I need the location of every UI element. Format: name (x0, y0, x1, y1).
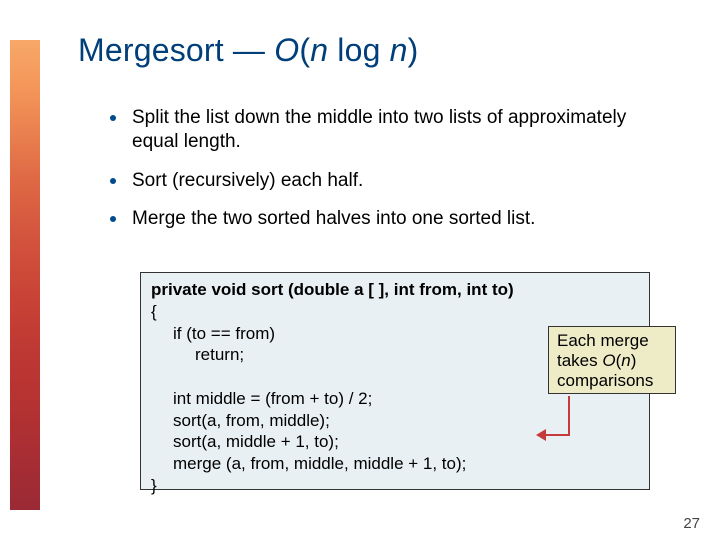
bullet-dot-icon (110, 216, 116, 222)
note-part-n: n (621, 351, 630, 370)
note-part: takes (557, 351, 602, 370)
note-line-2: takes O(n) (557, 351, 668, 371)
sidebar-gradient (10, 40, 40, 510)
code-line: } (151, 475, 639, 497)
title-part-O: O (274, 32, 299, 68)
list-item: Split the list down the middle into two … (110, 106, 670, 155)
page-number: 27 (683, 515, 700, 532)
note-part: ) (631, 351, 637, 370)
code-line: merge (a, from, middle, middle + 1, to); (173, 453, 639, 475)
slide-title: Mergesort — O(n log n) (78, 32, 419, 69)
bullet-dot-icon (110, 178, 116, 184)
title-part-log: log (328, 32, 389, 68)
title-part-n1: n (310, 32, 328, 68)
note-part-O: O (602, 351, 615, 370)
bullet-text: Sort (recursively) each half. (132, 169, 363, 193)
title-part-paren2: ) (408, 32, 419, 68)
bullet-text: Split the list down the middle into two … (132, 106, 670, 155)
slide: Mergesort — O(n log n) Split the list do… (0, 0, 720, 540)
title-part-paren1: ( (299, 32, 310, 68)
bullet-text: Merge the two sorted halves into one sor… (132, 207, 535, 231)
callout-arrow-icon (558, 396, 580, 448)
sidebar-top-gap (10, 0, 40, 40)
note-line-3: comparisons (557, 371, 668, 391)
bullet-list: Split the list down the middle into two … (110, 106, 670, 245)
annotation-note: Each merge takes O(n) comparisons (548, 326, 676, 394)
left-accent-bar (0, 0, 40, 540)
list-item: Merge the two sorted halves into one sor… (110, 207, 670, 231)
code-signature: private void sort (double a [ ], int fro… (151, 279, 639, 301)
sidebar-white-strip (0, 0, 10, 540)
title-part-1: Mergesort — (78, 32, 274, 68)
bullet-dot-icon (110, 115, 116, 121)
code-line: { (151, 301, 639, 323)
title-part-n2: n (390, 32, 408, 68)
list-item: Sort (recursively) each half. (110, 169, 670, 193)
note-line-1: Each merge (557, 331, 668, 351)
